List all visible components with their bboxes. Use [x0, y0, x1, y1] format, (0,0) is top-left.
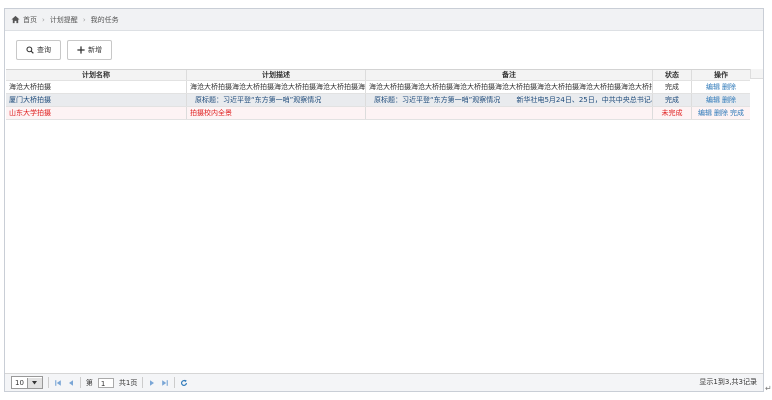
task-table: 计划名称 计划描述 备注 状态 操作 海沧大桥拍摄 海沧大桥拍摄海沧大桥拍摄海沧… [6, 69, 750, 373]
scrollbar-corner [750, 69, 763, 79]
next-page-icon[interactable] [148, 379, 156, 387]
plan-description-cell: 拍摄校内全景 [187, 107, 366, 119]
last-page-icon[interactable] [161, 379, 169, 387]
edit-link[interactable]: 编辑 [698, 109, 712, 117]
column-header-actions: 操作 [714, 71, 728, 79]
actions-cell: 编辑 删除 [692, 94, 750, 106]
page-prefix: 第 [85, 378, 93, 387]
pager-divider [174, 377, 176, 388]
delete-link[interactable]: 删除 [714, 109, 728, 117]
edit-link[interactable]: 编辑 [706, 83, 720, 91]
column-header-plan-description[interactable]: 计划描述 [187, 70, 366, 80]
status-cell: 未完成 [653, 107, 692, 119]
refresh-icon[interactable] [180, 379, 188, 387]
toolbar: 查询 新增 [5, 31, 763, 69]
table-row[interactable]: 厦门大桥拍摄 原标题：习近平登“东方第一哨”观察情况 原标题：习近平登“东方第一… [6, 94, 750, 107]
remark-cell [366, 107, 653, 119]
page-size-value: 10 [15, 378, 24, 387]
table-row[interactable]: 山东大学拍摄 拍摄校内全景 未完成 编辑 删除 完成 [6, 107, 750, 120]
plan-name-cell: 厦门大桥拍摄 [6, 94, 187, 106]
first-page-icon[interactable] [54, 379, 62, 387]
query-button-label: 查询 [37, 46, 51, 54]
table-header: 计划名称 计划描述 备注 状态 操作 [6, 70, 750, 81]
plan-description-cell: 海沧大桥拍摄海沧大桥拍摄海沧大桥拍摄海沧大桥拍摄海沧大 [187, 81, 366, 93]
pagination-bar: 10 第 1 共1页 显示1到3,共3记录 [5, 373, 763, 391]
home-icon [11, 15, 20, 24]
column-header-status[interactable]: 状态 [653, 70, 692, 80]
remark-cell: 原标题：习近平登“东方第一哨”观察情况 新华社电5月24日、25日，中共中央总书… [366, 94, 653, 106]
breadcrumb-separator: › [82, 15, 86, 24]
query-button[interactable]: 查询 [16, 40, 61, 60]
column-header-plan-name[interactable]: 计划名称 [6, 70, 187, 80]
page-total: 共1页 [118, 378, 138, 387]
main-panel: 首页 › 计划提醒 › 我的任务 查询 新增 计划名称 计划描述 备注 状态 操… [4, 8, 764, 392]
add-button[interactable]: 新增 [67, 40, 112, 60]
status-cell: 完成 [653, 81, 692, 93]
page-number-input[interactable]: 1 [97, 377, 114, 388]
search-icon [26, 46, 34, 54]
breadcrumb: 首页 › 计划提醒 › 我的任务 [5, 9, 763, 31]
actions-cell: 编辑 删除 [692, 81, 750, 93]
breadcrumb-separator: › [42, 15, 45, 24]
add-button-label: 新增 [88, 46, 102, 54]
table-row[interactable]: 海沧大桥拍摄 海沧大桥拍摄海沧大桥拍摄海沧大桥拍摄海沧大桥拍摄海沧大 海沧大桥拍… [6, 81, 750, 94]
breadcrumb-plan-reminder[interactable]: 计划提醒 [50, 15, 78, 25]
plan-description-cell: 原标题：习近平登“东方第一哨”观察情况 [187, 94, 366, 106]
column-header-remark[interactable]: 备注 [366, 70, 653, 80]
complete-link[interactable]: 完成 [730, 109, 744, 117]
plus-icon [77, 46, 85, 54]
chevron-down-icon[interactable] [26, 377, 42, 388]
prev-page-icon[interactable] [67, 379, 75, 387]
paragraph-mark: ↵ [765, 384, 772, 393]
remark-cell: 海沧大桥拍摄海沧大桥拍摄海沧大桥拍摄海沧大桥拍摄海沧大桥拍摄海沧大桥拍摄海沧大桥… [366, 81, 653, 93]
pager-divider [142, 377, 144, 388]
plan-name-cell: 山东大学拍摄 [6, 107, 187, 119]
delete-link[interactable]: 删除 [722, 96, 736, 104]
pager-divider [79, 377, 81, 388]
pagination-summary: 显示1到3,共3记录 [699, 378, 757, 386]
actions-cell: 编辑 删除 完成 [692, 107, 750, 119]
plan-name-cell: 海沧大桥拍摄 [6, 81, 187, 93]
delete-link[interactable]: 删除 [722, 83, 736, 91]
status-cell: 完成 [653, 94, 692, 106]
breadcrumb-home[interactable]: 首页 [23, 15, 37, 25]
breadcrumb-current: 我的任务 [90, 15, 119, 24]
page-size-select[interactable]: 10 [11, 376, 43, 389]
edit-link[interactable]: 编辑 [706, 96, 720, 104]
pager-divider [47, 377, 49, 388]
